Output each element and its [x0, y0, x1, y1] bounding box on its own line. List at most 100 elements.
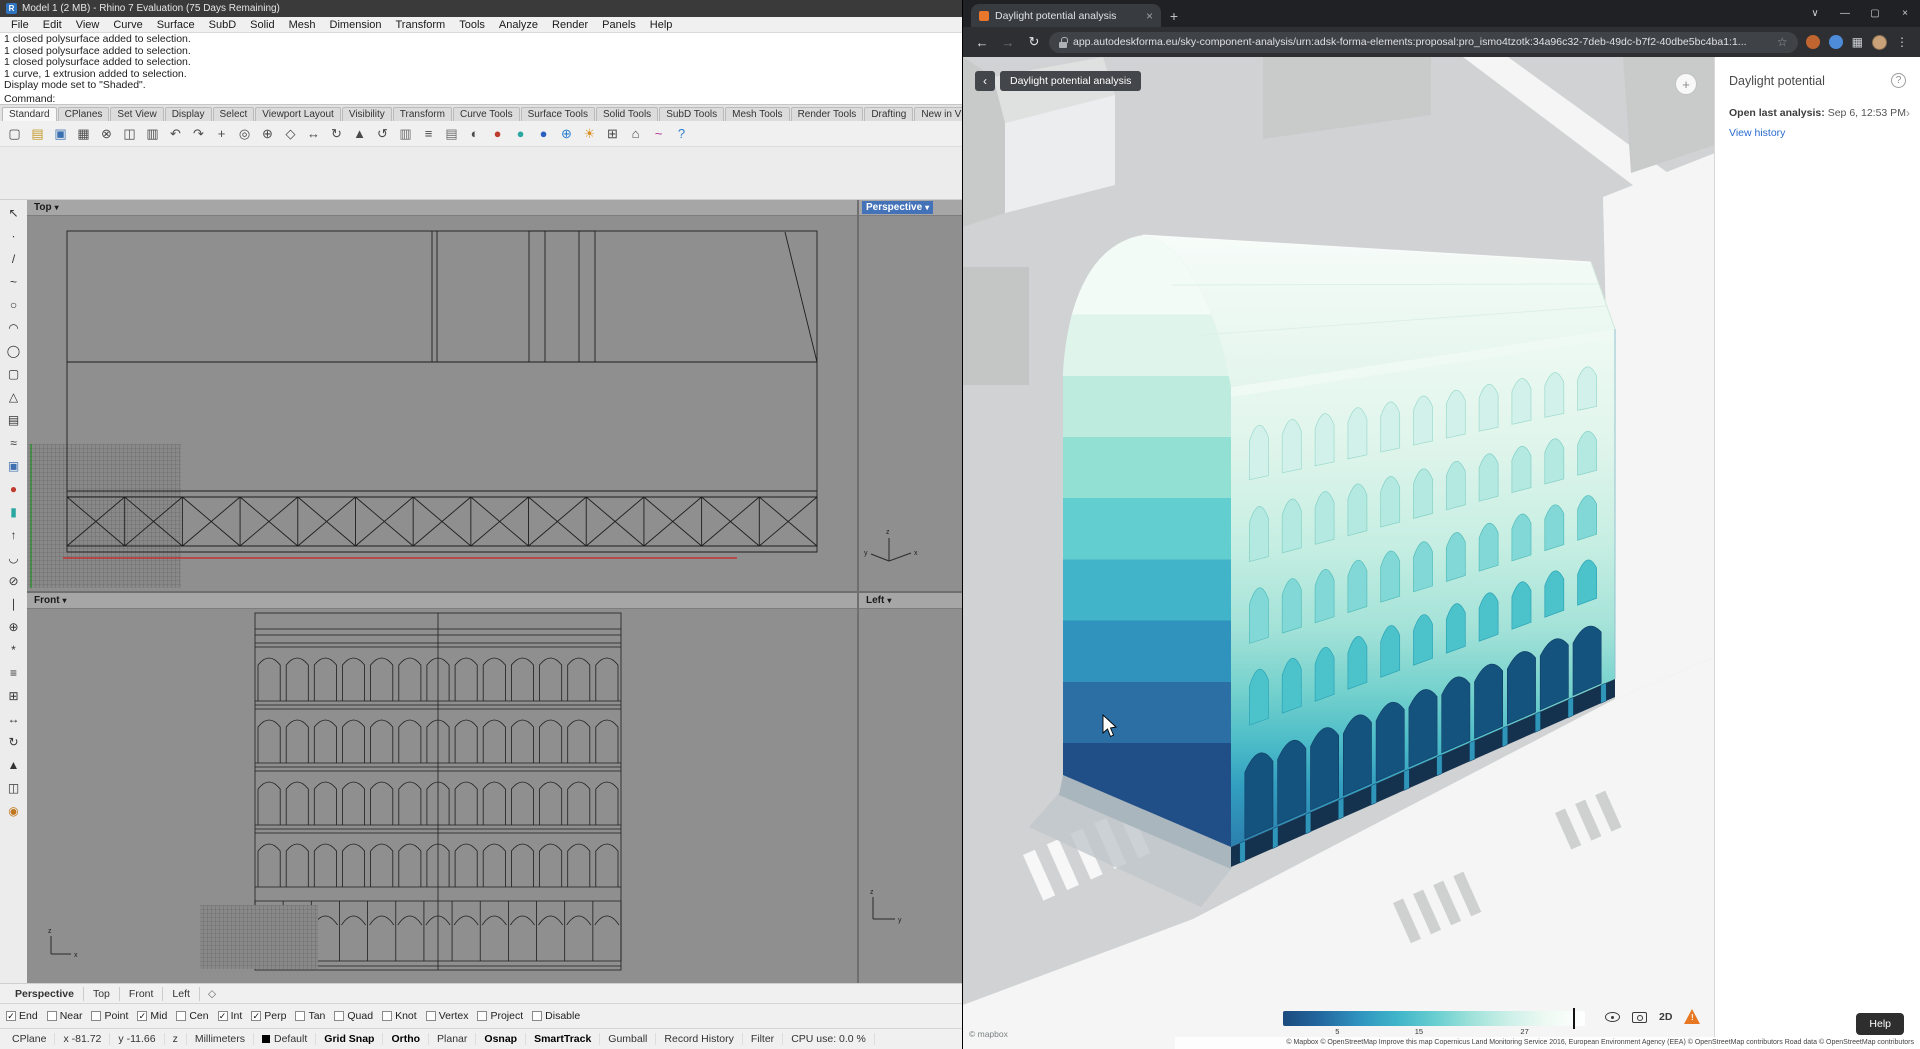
forma-3d-canvas[interactable]: [963, 57, 1715, 1049]
visibility-eye-icon[interactable]: [1605, 1009, 1620, 1024]
toolbar-tab-select[interactable]: Select: [213, 107, 255, 121]
extension-icon-1[interactable]: [1806, 35, 1820, 49]
last-analysis-row[interactable]: Open last analysis: Sep 6, 12:53 PM ›: [1729, 106, 1906, 120]
menu-tools[interactable]: Tools: [452, 19, 492, 31]
extensions-icon[interactable]: ▦: [1852, 35, 1863, 49]
menu-solid[interactable]: Solid: [243, 19, 281, 31]
help-icon[interactable]: ?: [671, 123, 692, 144]
pointer-tool-icon[interactable]: ↖: [3, 202, 25, 224]
analysis-back-button[interactable]: ‹: [975, 71, 995, 91]
display-mode-icon[interactable]: ◐: [464, 123, 485, 144]
osnap-checkbox-cen[interactable]: [176, 1011, 186, 1021]
osnap-checkbox-mid[interactable]: ✓: [137, 1011, 147, 1021]
explode-tool-icon[interactable]: *: [3, 639, 25, 661]
arc-tool-icon[interactable]: ◠: [3, 317, 25, 339]
osnap-checkbox-vertex[interactable]: [426, 1011, 436, 1021]
render-sphere-icon[interactable]: ●: [487, 123, 508, 144]
material-sphere-icon[interactable]: ●: [510, 123, 531, 144]
redo-icon[interactable]: ↷: [188, 123, 209, 144]
viewport-tab-front[interactable]: Front: [120, 987, 164, 1001]
menu-panels[interactable]: Panels: [595, 19, 643, 31]
tab-close-icon[interactable]: ×: [1146, 9, 1153, 23]
browser-menu-icon[interactable]: ⋮: [1896, 35, 1908, 49]
status-toggle-cpu-use-0-0-[interactable]: CPU use: 0.0 %: [783, 1033, 875, 1045]
viewport-tab-perspective[interactable]: Perspective: [6, 987, 84, 1001]
osnap-checkbox-project[interactable]: [477, 1011, 487, 1021]
menu-file[interactable]: File: [4, 19, 36, 31]
osnap-cen[interactable]: Cen: [176, 1010, 208, 1022]
cylinder-tool-icon[interactable]: ▮: [3, 501, 25, 523]
viewport-top[interactable]: Top▾: [27, 200, 857, 591]
osnap-checkbox-point[interactable]: [91, 1011, 101, 1021]
status-units[interactable]: Millimeters: [187, 1033, 254, 1045]
osnap-perp[interactable]: ✓Perp: [251, 1010, 286, 1022]
status-toggle-record-history[interactable]: Record History: [656, 1033, 742, 1045]
polyline-tool-icon[interactable]: /: [3, 248, 25, 270]
osnap-int[interactable]: ✓Int: [218, 1010, 243, 1022]
rotate-tool-icon[interactable]: ↻: [3, 731, 25, 753]
browser-tab[interactable]: Daylight potential analysis ×: [971, 4, 1161, 27]
osnap-checkbox-knot[interactable]: [382, 1011, 392, 1021]
toolbar-tab-solid-tools[interactable]: Solid Tools: [596, 107, 658, 121]
fillet-tool-icon[interactable]: ◡: [3, 547, 25, 569]
mirror-tool-icon[interactable]: ◫: [3, 777, 25, 799]
screenshot-camera-icon[interactable]: [1632, 1009, 1647, 1024]
view-history-link[interactable]: View history: [1729, 127, 1906, 139]
toolbar-tab-standard[interactable]: Standard: [2, 107, 57, 121]
polygon-tool-icon[interactable]: △: [3, 386, 25, 408]
circle-tool-icon[interactable]: ○: [3, 294, 25, 316]
menu-help[interactable]: Help: [643, 19, 680, 31]
status-toggle-filter[interactable]: Filter: [743, 1033, 783, 1045]
osnap-checkbox-tan[interactable]: [295, 1011, 305, 1021]
properties-icon[interactable]: ▤: [441, 123, 462, 144]
grid-options-icon[interactable]: ⊞: [602, 123, 623, 144]
osnap-point[interactable]: Point: [91, 1010, 128, 1022]
offset-tool-icon[interactable]: ≡: [3, 662, 25, 684]
status-toggle-smarttrack[interactable]: SmartTrack: [526, 1033, 600, 1045]
zoom-extents-icon[interactable]: ⊕: [257, 123, 278, 144]
url-text[interactable]: app.autodeskforma.eu/sky-component-analy…: [1073, 36, 1771, 48]
toolbar-tab-visibility[interactable]: Visibility: [342, 107, 392, 121]
environment-sphere-icon[interactable]: ●: [533, 123, 554, 144]
menu-analyze[interactable]: Analyze: [492, 19, 545, 31]
viewport-left[interactable]: Left▾ y z: [859, 593, 962, 983]
bookmark-star-icon[interactable]: ☆: [1777, 35, 1788, 49]
viewport-top-canvas[interactable]: [27, 216, 857, 591]
osnap-checkbox-disable[interactable]: [532, 1011, 542, 1021]
menu-surface[interactable]: Surface: [150, 19, 202, 31]
scale-tool-icon[interactable]: ▲: [3, 754, 25, 776]
viewport-left-label[interactable]: Left▾: [862, 594, 895, 607]
menu-subd[interactable]: SubD: [202, 19, 244, 31]
ellipse-tool-icon[interactable]: ◯: [3, 340, 25, 362]
profile-avatar[interactable]: [1872, 35, 1887, 50]
help-button[interactable]: Help: [1856, 1013, 1904, 1035]
surface-tool-icon[interactable]: ▤: [3, 409, 25, 431]
status-toggle-ortho[interactable]: Ortho: [383, 1033, 429, 1045]
status-toggle-gumball[interactable]: Gumball: [600, 1033, 656, 1045]
rotate-icon[interactable]: ↻: [326, 123, 347, 144]
warning-triangle-icon[interactable]: [1684, 1009, 1701, 1024]
viewport-new-tab-button[interactable]: ◇: [200, 987, 224, 1001]
osnap-end[interactable]: ✓End: [6, 1010, 38, 1022]
toolbar-tab-subd-tools[interactable]: SubD Tools: [659, 107, 724, 121]
menu-view[interactable]: View: [69, 19, 107, 31]
extension-icon-2[interactable]: [1829, 35, 1843, 49]
status-toggle-osnap[interactable]: Osnap: [476, 1033, 526, 1045]
toolbar-tab-transform[interactable]: Transform: [393, 107, 452, 121]
map-compass-control[interactable]: +: [1675, 73, 1697, 95]
toolbar-tab-render-tools[interactable]: Render Tools: [791, 107, 864, 121]
loft-tool-icon[interactable]: ≈: [3, 432, 25, 454]
move-tool-icon[interactable]: ↔: [3, 708, 25, 730]
undo-view-icon[interactable]: ↺: [372, 123, 393, 144]
move-icon[interactable]: ↔: [303, 123, 324, 144]
menu-curve[interactable]: Curve: [106, 19, 149, 31]
named-view-icon[interactable]: ▥: [395, 123, 416, 144]
back-button[interactable]: ←: [971, 35, 993, 50]
osnap-checkbox-quad[interactable]: [334, 1011, 344, 1021]
toolbar-tab-surface-tools[interactable]: Surface Tools: [521, 107, 595, 121]
menu-edit[interactable]: Edit: [36, 19, 69, 31]
new-tab-button[interactable]: +: [1161, 8, 1187, 27]
toggle-2d-button[interactable]: 2D: [1659, 1011, 1672, 1023]
copy-icon[interactable]: ◫: [119, 123, 140, 144]
osnap-mid[interactable]: ✓Mid: [137, 1010, 167, 1022]
